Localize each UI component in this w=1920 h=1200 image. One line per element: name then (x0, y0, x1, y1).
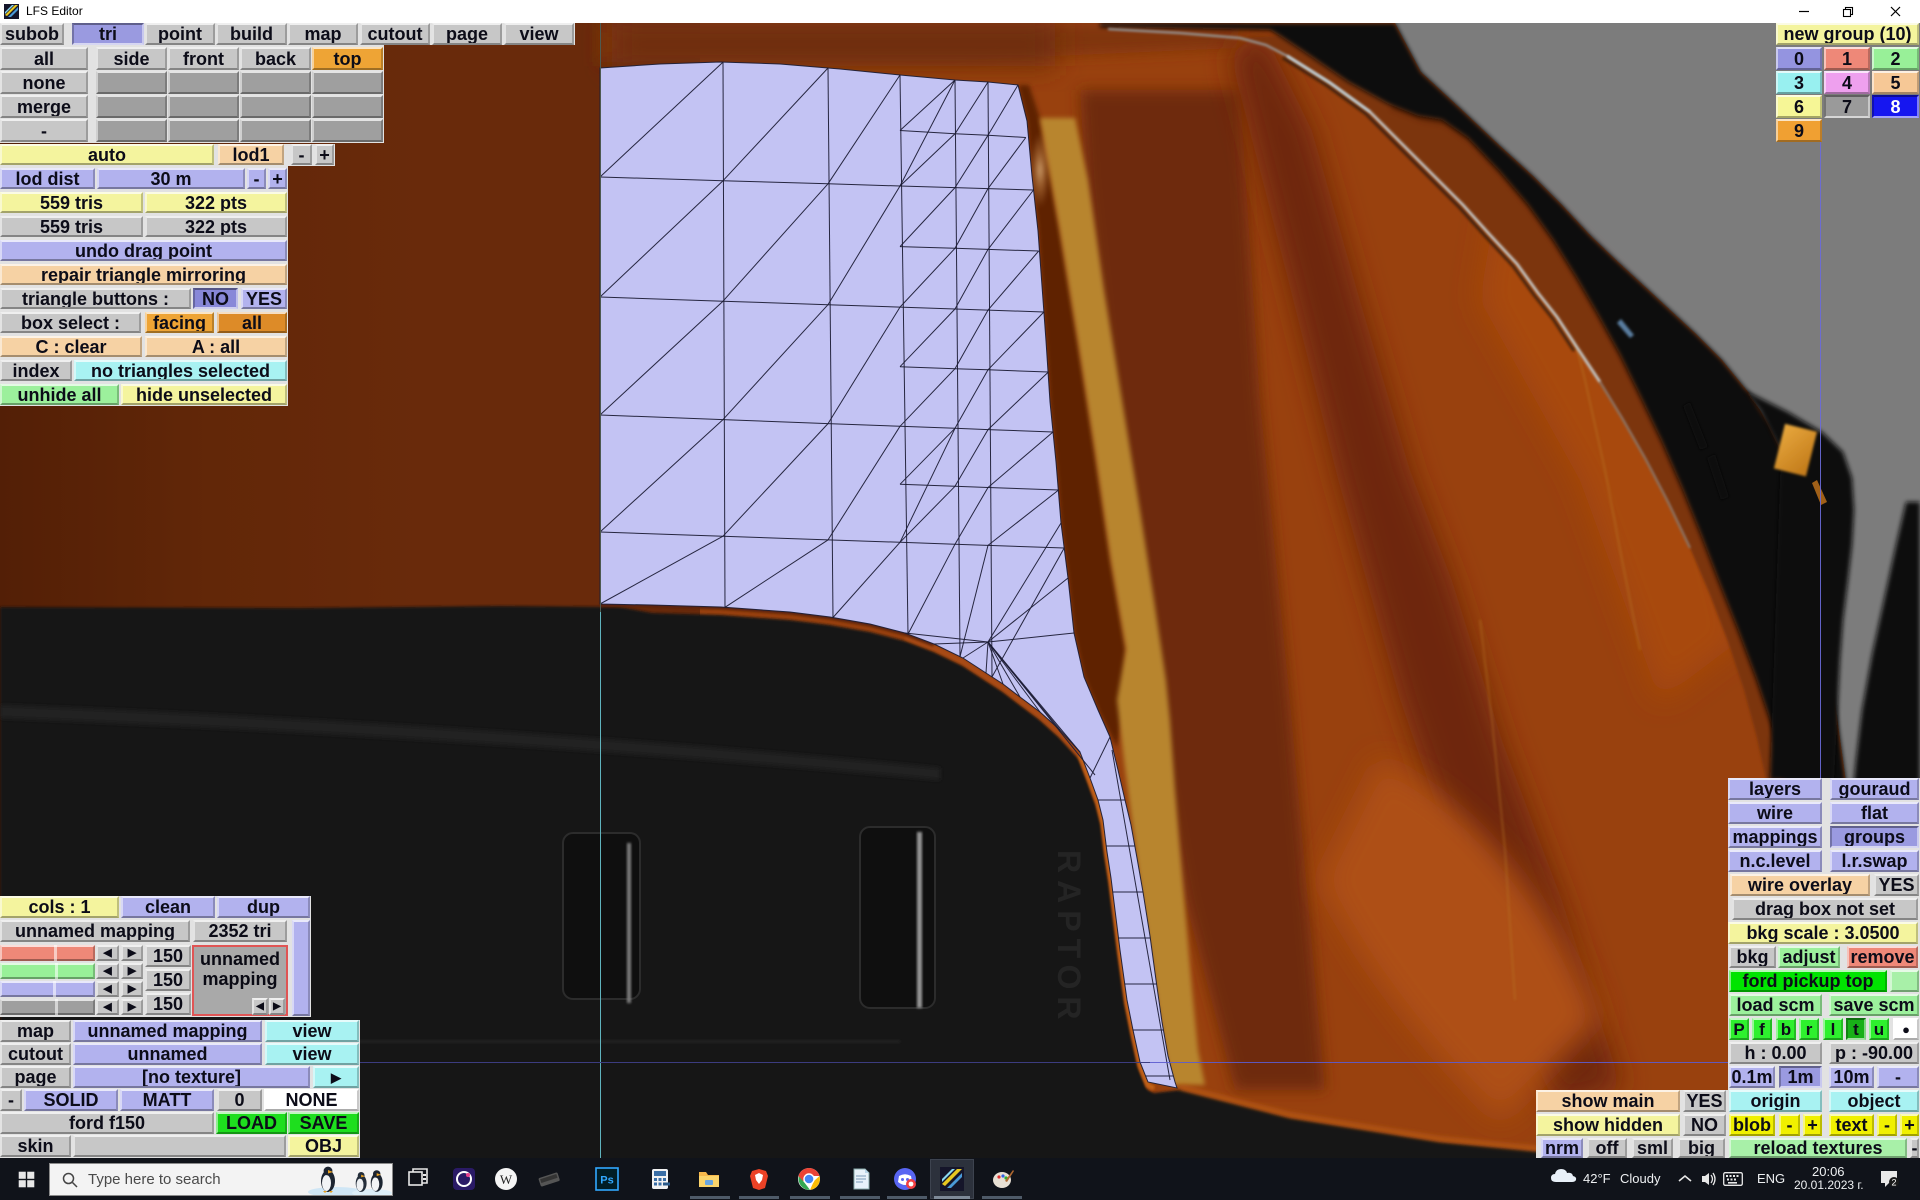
svg-text:RAPTOR: RAPTOR (1051, 850, 1087, 1027)
svg-text:Ps: Ps (600, 1175, 613, 1187)
svg-text:2: 2 (1891, 1178, 1896, 1188)
svg-text:W: W (500, 1172, 513, 1187)
